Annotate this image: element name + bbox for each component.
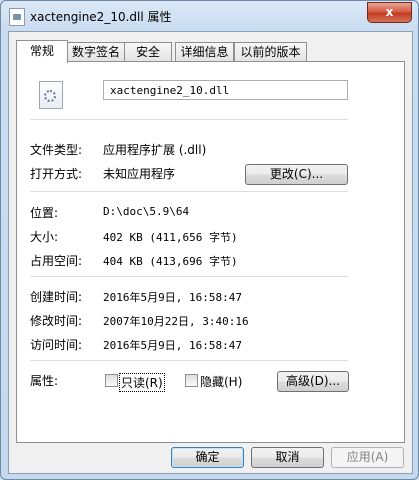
- location-value: D:\doc\5.9\64: [103, 205, 190, 218]
- separator: [30, 360, 348, 361]
- size-value: 402 KB (411,656 字节): [103, 231, 238, 244]
- opens-with-value: 未知应用程序: [103, 167, 176, 181]
- tab-digital-signatures[interactable]: 数字签名: [67, 42, 125, 61]
- tab-security[interactable]: 安全: [124, 42, 172, 61]
- file-type-label: 文件类型:: [30, 143, 83, 157]
- dialog-body: 常规 数字签名 安全 详细信息 以前的版本 xactengine2_10.dll…: [8, 31, 413, 474]
- accessed-label: 访问时间:: [30, 338, 83, 352]
- file-type-value: 应用程序扩展 (.dll): [103, 143, 207, 157]
- size-on-disk-value: 404 KB (413,696 字节): [103, 255, 238, 268]
- size-label: 大小:: [30, 230, 59, 244]
- modified-label: 修改时间:: [30, 314, 83, 328]
- created-value: 2016年5月9日, 16:58:47: [103, 291, 242, 304]
- window-title: xactengine2_10.dll 属性: [30, 10, 172, 24]
- properties-window: xactengine2_10.dll 属性 x 常规 数字签名 安全 详细信息 …: [0, 0, 419, 480]
- separator: [30, 191, 348, 192]
- dll-file-icon: [9, 8, 25, 26]
- tab-details[interactable]: 详细信息: [175, 42, 234, 61]
- opens-with-label: 打开方式:: [30, 167, 83, 181]
- readonly-label[interactable]: 只读(R): [119, 373, 165, 392]
- ok-button[interactable]: 确定: [171, 447, 244, 468]
- gear-icon: [44, 90, 56, 102]
- change-button[interactable]: 更改(C)...: [245, 164, 348, 185]
- file-name-input[interactable]: xactengine2_10.dll: [103, 80, 348, 100]
- tab-general[interactable]: 常规: [16, 40, 68, 63]
- close-button[interactable]: x: [367, 2, 412, 23]
- location-label: 位置:: [30, 206, 59, 220]
- attributes-label: 属性:: [30, 374, 59, 388]
- separator: [30, 276, 348, 277]
- size-on-disk-label: 占用空间:: [30, 254, 83, 268]
- hidden-checkbox[interactable]: [185, 374, 198, 387]
- modified-value: 2007年10月22日, 3:40:16: [103, 315, 249, 328]
- accessed-value: 2016年5月9日, 16:58:47: [103, 339, 242, 352]
- advanced-button[interactable]: 高级(D)...: [277, 371, 349, 392]
- separator: [30, 119, 348, 120]
- readonly-checkbox[interactable]: [105, 374, 118, 387]
- title-bar[interactable]: xactengine2_10.dll 属性 x: [1, 1, 418, 31]
- tab-previous-versions[interactable]: 以前的版本: [234, 42, 307, 61]
- cancel-button[interactable]: 取消: [251, 447, 324, 468]
- hidden-label[interactable]: 隐藏(H): [200, 373, 242, 390]
- dll-file-icon: [39, 81, 63, 109]
- general-tab-panel: xactengine2_10.dll 文件类型: 应用程序扩展 (.dll) 打…: [16, 61, 405, 443]
- apply-button[interactable]: 应用(A): [331, 447, 404, 468]
- created-label: 创建时间:: [30, 290, 83, 304]
